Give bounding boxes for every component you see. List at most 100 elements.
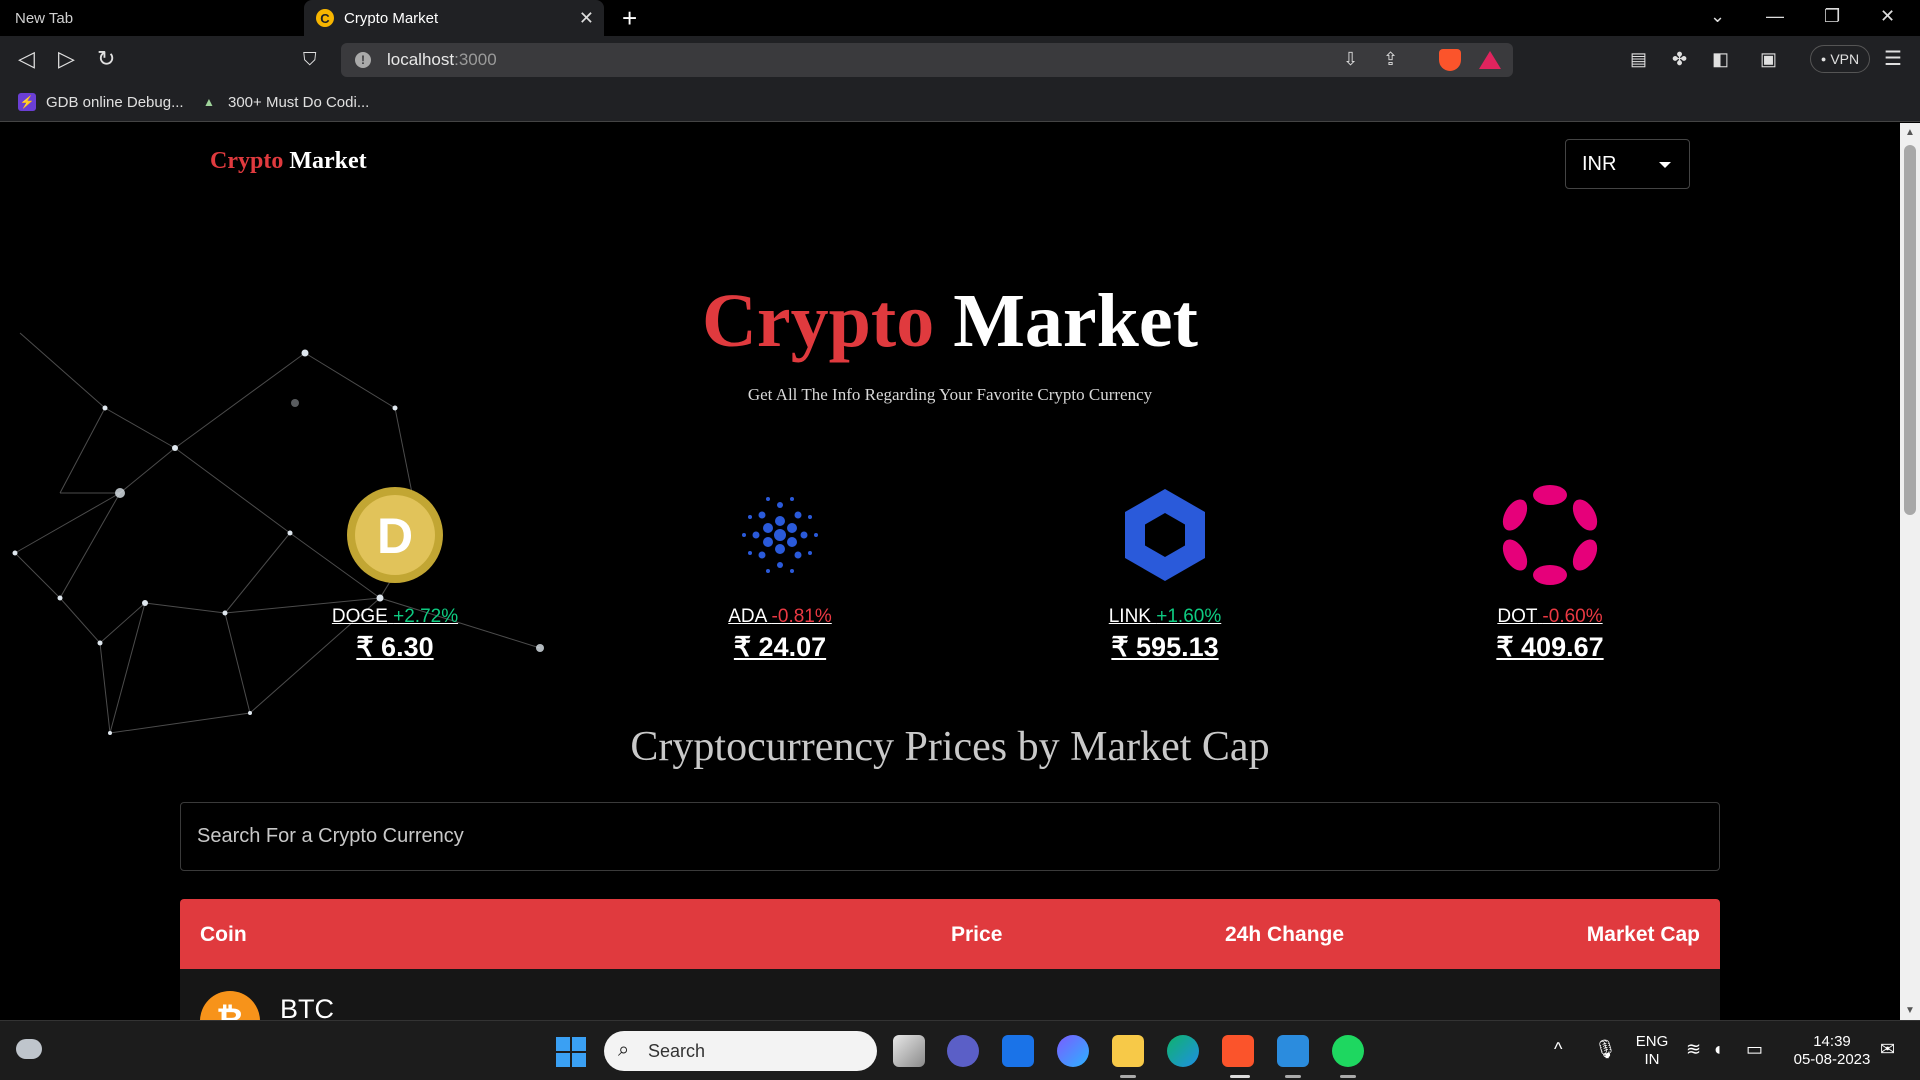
running-indicator [1340,1075,1356,1078]
spotify-icon[interactable] [1332,1035,1364,1067]
teams-chat-icon[interactable] [947,1035,979,1067]
column-header-price[interactable]: Price [951,923,1002,947]
vpn-button[interactable]: ● VPN [1810,45,1870,73]
search-icon: ⌕ [618,1039,630,1061]
coin-change: -0.81% [771,606,832,627]
column-header-coin[interactable]: Coin [200,923,247,947]
scroll-down-icon[interactable]: ▼ [1905,1005,1915,1016]
header-brand[interactable]: Crypto Market [210,148,367,175]
coin-symbol-change: DOT -0.60% [1440,606,1660,628]
brave-rewards-icon[interactable] [1479,51,1501,69]
coin-price: ₹ 595.13 [1111,632,1219,662]
coin-symbol: DOT [1497,606,1538,627]
brand-part1: Crypto [210,148,284,174]
wallet-icon[interactable]: ▣ [1760,46,1777,72]
lightning-icon: ⚡ [18,93,36,111]
task-view-icon[interactable] [893,1035,925,1067]
restore-button[interactable]: ❐ [1824,6,1840,27]
running-indicator [1285,1075,1301,1078]
extensions-icon[interactable]: ✤ [1672,46,1687,72]
start-button[interactable] [556,1037,586,1067]
currency-select[interactable]: INR [1565,139,1690,189]
forward-icon[interactable]: ▷ [58,46,75,72]
address-bar[interactable]: ! localhost:3000 ⇩ ⇪ [341,43,1513,77]
weather-icon[interactable] [16,1039,42,1059]
tab-crypto-market[interactable]: C Crypto Market ✕ [304,0,604,36]
taskbar-search-label: Search [648,1040,706,1061]
mail-icon[interactable] [1002,1035,1034,1067]
running-indicator [1120,1075,1136,1078]
scroll-up-icon[interactable]: ▲ [1905,127,1915,138]
trending-coin-ada[interactable]: ADA -0.81% ₹ 24.07 [670,485,890,663]
sidebar-icon[interactable]: ◧ [1712,46,1729,72]
polkadot-icon [1502,485,1598,585]
window-close-button[interactable]: ✕ [1880,6,1895,27]
wifi-icon[interactable]: ≋ [1686,1039,1701,1060]
bookmarks-bar: ⚡ GDB online Debug... ▲ 300+ Must Do Cod… [0,84,1920,122]
share-icon[interactable]: ⇪ [1383,49,1398,70]
hero-title: Crypto Market [0,278,1900,365]
copilot-icon[interactable] [1057,1035,1089,1067]
table-row[interactable]: ₿ BTC [180,969,1720,1020]
volume-icon[interactable]: ◖ [1712,1039,1723,1060]
url-text: localhost:3000 [387,50,497,69]
coin-change: +1.60% [1156,606,1222,627]
language-indicator[interactable]: ENG IN [1632,1033,1672,1069]
coin-symbol: LINK [1108,606,1151,627]
chainlink-icon [1125,489,1205,581]
chevron-up-icon[interactable]: ^ [1554,1039,1562,1060]
site-info-icon[interactable]: ! [355,52,371,68]
reader-mode-icon[interactable]: ▤ [1630,46,1647,72]
brand-part2: Market [283,148,367,174]
trending-coin-dot[interactable]: DOT -0.60% ₹ 409.67 [1440,485,1660,663]
coin-symbol-change: DOGE +2.72% [285,606,505,628]
lang-line1: ENG [1635,1033,1669,1050]
lang-line2: IN [1644,1051,1660,1068]
brave-shields-icon[interactable] [1439,49,1461,71]
microphone-icon[interactable]: 🎙 [1594,1039,1617,1060]
column-header-24h-change[interactable]: 24h Change [1225,923,1344,947]
column-header-market-cap[interactable]: Market Cap [1587,923,1700,947]
bookmark-gdb[interactable]: ⚡ GDB online Debug... [18,93,184,111]
coin-price: ₹ 24.07 [733,632,827,662]
running-indicator [1230,1075,1250,1078]
brave-browser-icon[interactable] [1222,1035,1254,1067]
vpn-label: VPN [1830,51,1860,67]
taskbar-search[interactable]: ⌕ Search [604,1031,877,1071]
edge-icon[interactable] [1167,1035,1199,1067]
crypto-search-input[interactable] [180,802,1720,871]
coin-change: -0.60% [1542,606,1603,627]
tab-search-chevron-icon[interactable]: ⌄ [1710,6,1725,27]
install-icon[interactable]: ⇩ [1343,49,1358,70]
coin-symbol: ADA [728,606,767,627]
bookmark-icon[interactable]: ⛉ [303,46,317,72]
coin-symbol: BTC [280,994,334,1020]
tab-new-tab[interactable]: New Tab [0,0,300,36]
coin-price: ₹ 409.67 [1496,632,1604,662]
dogecoin-icon: D [347,487,443,583]
close-icon[interactable]: ✕ [579,8,594,29]
coin-change: +2.72% [393,606,459,627]
file-explorer-icon[interactable] [1112,1035,1144,1067]
new-tab-button[interactable]: + [622,4,637,32]
trending-coin-link[interactable]: LINK +1.60% ₹ 595.13 [1055,485,1275,663]
menu-icon[interactable]: ☰ [1884,46,1902,72]
battery-icon[interactable]: ▭ [1746,1039,1763,1060]
caret-down-icon [1659,162,1671,168]
mountain-icon: ▲ [203,95,215,109]
trending-coin-doge[interactable]: D DOGE +2.72% ₹ 6.30 [285,485,505,663]
reload-icon[interactable]: ↻ [97,46,115,72]
back-icon[interactable]: ◁ [18,46,35,72]
svg-text:D: D [377,508,413,564]
coin-symbol-change: LINK +1.60% [1055,606,1275,628]
page-scrollbar[interactable]: ▲ ▼ [1900,123,1920,1020]
vpn-dot-icon: ● [1820,54,1827,64]
bookmark-must-do[interactable]: ▲ 300+ Must Do Codi... [200,93,369,111]
vscode-icon[interactable] [1277,1035,1309,1067]
minimize-button[interactable]: — [1766,6,1784,27]
hero-subtitle: Get All The Info Regarding Your Favorite… [747,385,1153,404]
scroll-thumb[interactable] [1904,145,1916,515]
notification-bell-icon[interactable]: ✉ [1880,1039,1895,1060]
clock[interactable]: 14:39 05-08-2023 [1782,1033,1882,1069]
clock-date: 05-08-2023 [1793,1051,1871,1068]
